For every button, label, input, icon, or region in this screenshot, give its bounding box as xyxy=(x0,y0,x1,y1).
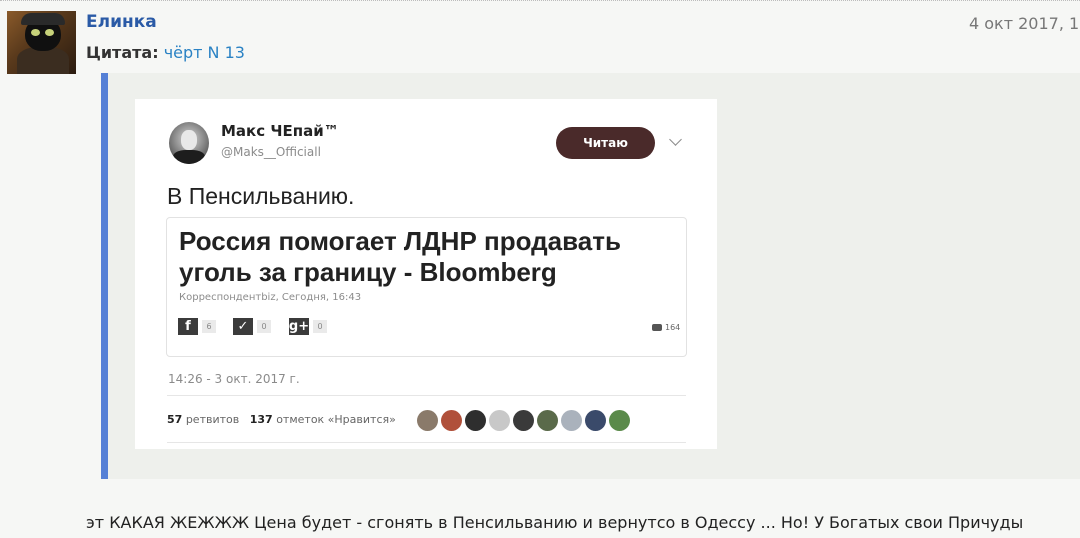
comments-count[interactable]: 164 xyxy=(652,319,680,336)
top-divider xyxy=(0,0,1080,1)
likes-label: отметок «Нравится» xyxy=(276,413,396,426)
comment-icon xyxy=(652,324,662,331)
retweets-label: ретвитов xyxy=(185,413,240,426)
twitter-icon: ✓ xyxy=(233,318,253,335)
card-title[interactable]: Россия помогает ЛДНР продавать уголь за … xyxy=(179,226,679,288)
liker-avatar[interactable] xyxy=(489,410,510,431)
googleplus-icon: g+ xyxy=(288,318,310,335)
liker-avatar[interactable] xyxy=(585,410,606,431)
tweet-author-name[interactable]: Макс ЧЕпай™ xyxy=(221,122,339,140)
tweet-time[interactable]: 14:26 - 3 окт. 2017 г. xyxy=(168,372,300,386)
avatar-eye xyxy=(45,29,54,36)
liker-avatar[interactable] xyxy=(561,410,582,431)
divider xyxy=(167,442,686,443)
comments-value: 164 xyxy=(665,323,681,332)
chevron-down-icon[interactable] xyxy=(669,133,682,146)
retweets-count[interactable]: 57 xyxy=(167,413,182,426)
follow-button[interactable]: Читаю xyxy=(556,127,655,159)
author-name[interactable]: Елинка xyxy=(86,12,157,32)
post-date[interactable]: 4 окт 2017, 1 xyxy=(969,14,1079,33)
googleplus-share[interactable]: g+ 0 xyxy=(289,318,327,335)
tweet-author-handle[interactable]: @Maks__Officiall xyxy=(221,145,321,159)
facebook-icon: f xyxy=(178,318,198,335)
tweet-avatar-suit xyxy=(173,150,205,164)
facebook-count: 6 xyxy=(202,320,216,333)
liker-avatar[interactable] xyxy=(513,410,534,431)
tweet-avatar-face xyxy=(181,130,197,150)
facebook-share[interactable]: f 6 xyxy=(178,318,216,335)
liker-avatar[interactable] xyxy=(441,410,462,431)
twitter-share[interactable]: ✓ 0 xyxy=(233,318,271,335)
avatar-body xyxy=(17,47,69,74)
avatar-hat xyxy=(21,13,65,25)
card-meta: Корреспондентbiz, Сегодня, 16:43 xyxy=(179,292,362,303)
twitter-count: 0 xyxy=(257,320,271,333)
liker-avatar[interactable] xyxy=(609,410,630,431)
divider xyxy=(167,395,686,396)
link-card[interactable]: Россия помогает ЛДНР продавать уголь за … xyxy=(166,217,687,357)
post-message: эт КАКАЯ ЖЕЖЖЖ Цена будет - сгонять в Пе… xyxy=(86,513,1024,532)
user-avatar[interactable] xyxy=(7,11,76,74)
liker-avatar[interactable] xyxy=(537,410,558,431)
quote-header: Цитата: чёрт N 13 xyxy=(86,43,245,62)
quote-label: Цитата: xyxy=(86,43,159,62)
tweet-stats: 57 ретвитов 137 отметок «Нравится» xyxy=(167,413,396,426)
liker-avatar[interactable] xyxy=(465,410,486,431)
tweet-text: В Пенсильванию. xyxy=(167,183,355,209)
googleplus-count: 0 xyxy=(313,320,327,333)
likers-avatars xyxy=(417,410,630,431)
quote-source-link[interactable]: чёрт N 13 xyxy=(164,43,245,62)
likes-count[interactable]: 137 xyxy=(250,413,273,426)
tweet-avatar[interactable] xyxy=(169,122,209,164)
tweet-embed: Макс ЧЕпай™ @Maks__Officiall Читаю В Пен… xyxy=(135,99,717,449)
liker-avatar[interactable] xyxy=(417,410,438,431)
avatar-eye xyxy=(31,29,40,36)
